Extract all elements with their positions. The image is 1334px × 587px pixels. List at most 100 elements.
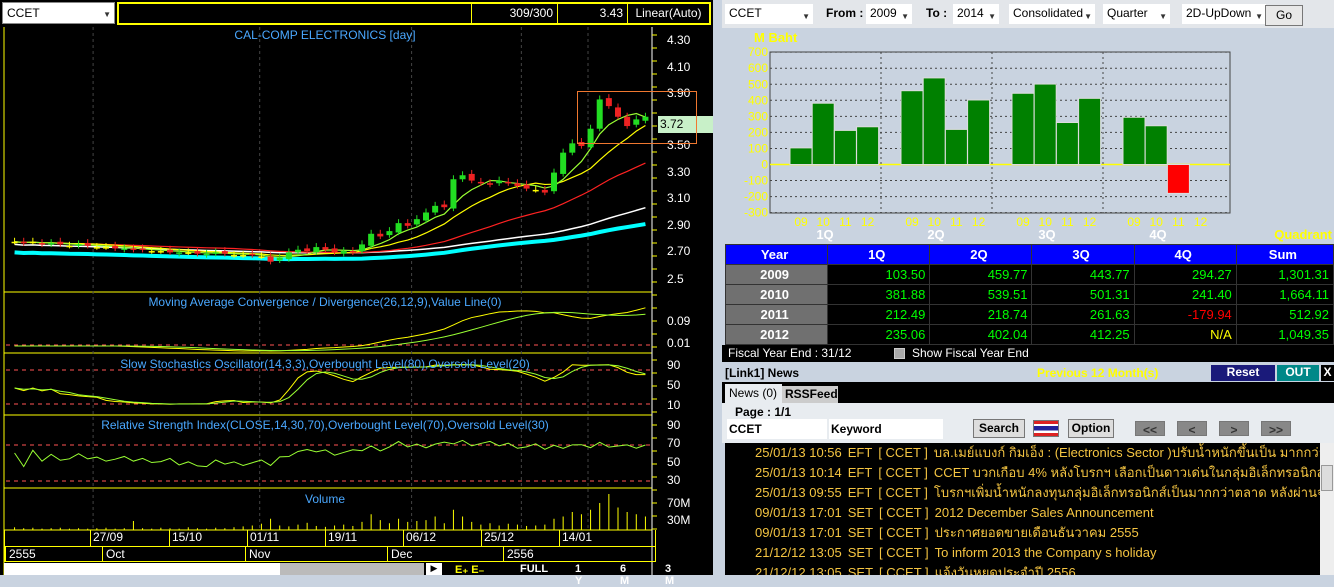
- news-symbol: [ CCET ]: [879, 525, 929, 540]
- period-select[interactable]: Quarter ▼: [1103, 4, 1170, 24]
- month-label: 2555: [5, 547, 36, 561]
- bar-2Q-12[interactable]: [967, 99, 991, 165]
- bar-2Q-11[interactable]: [944, 128, 968, 165]
- bar-1Q-12[interactable]: [856, 126, 880, 166]
- column-header[interactable]: Year: [724, 244, 829, 265]
- range-button-1[interactable]: 1 Y: [575, 563, 582, 587]
- year-tick-label: 11: [839, 215, 852, 229]
- news-source: SET: [847, 545, 874, 560]
- to-select[interactable]: 2014 ▼: [953, 4, 999, 24]
- stoch-tick: 90: [667, 358, 681, 372]
- reset-button[interactable]: Reset: [1211, 365, 1275, 381]
- out-button[interactable]: OUT: [1277, 365, 1319, 381]
- bar-3Q-09[interactable]: [1011, 92, 1035, 165]
- scroll-right-icon[interactable]: ▶: [426, 563, 442, 575]
- prev-page-button[interactable]: <: [1177, 421, 1207, 437]
- scale-toggle[interactable]: Linear(Auto): [627, 4, 709, 23]
- bar-1Q-10[interactable]: [811, 102, 835, 165]
- selection-box: [577, 91, 697, 144]
- scrollbar-thumb[interactable]: [1321, 465, 1333, 491]
- news-item[interactable]: 25/01/13 10:56 EFT [ CCET ] บล.เมย์แบงก์ กิ…: [725, 443, 1320, 463]
- zoom-icons[interactable]: E₊ E₋: [455, 563, 484, 576]
- date-label: 25/12: [481, 530, 514, 546]
- news-item[interactable]: 25/01/13 10:14 EFT [ CCET ] CCET บวกเกือบ 4…: [725, 463, 1320, 483]
- y-tick-label: -200: [744, 190, 768, 204]
- range-button-2[interactable]: 6 M: [620, 563, 629, 587]
- candlestick: [560, 148, 567, 177]
- from-value: 2009: [870, 6, 897, 20]
- go-button[interactable]: Go: [1265, 5, 1303, 26]
- first-page-button[interactable]: <<: [1135, 421, 1165, 437]
- column-header[interactable]: 3Q: [1031, 244, 1135, 265]
- bar-4Q-09[interactable]: [1122, 116, 1146, 166]
- last-page-button[interactable]: >>: [1261, 421, 1291, 437]
- tab-news[interactable]: News (0): [725, 384, 782, 403]
- next-page-button[interactable]: >: [1219, 421, 1249, 437]
- bar-1Q-09[interactable]: [789, 147, 813, 166]
- language-flag-icon[interactable]: [1033, 420, 1059, 437]
- column-header[interactable]: 1Q: [827, 244, 931, 265]
- current-value: 3.43: [557, 4, 627, 23]
- candlestick: [377, 229, 384, 240]
- bar-4Q-10[interactable]: [1144, 125, 1168, 166]
- news-item[interactable]: 25/01/13 09:55 EFT [ CCET ] โบรกฯเพิ่มน้ำหน…: [725, 483, 1320, 503]
- y-tick-label: 300: [748, 109, 768, 123]
- news-scrollbar[interactable]: [1320, 443, 1334, 575]
- volume-title: Volume: [304, 492, 346, 506]
- value-cell: 235.06: [827, 324, 931, 345]
- bar-3Q-11[interactable]: [1055, 122, 1079, 165]
- statement-select[interactable]: Consolidated ▼: [1009, 4, 1095, 24]
- bar-4Q-11[interactable]: [1166, 164, 1190, 194]
- horizontal-scrollbar[interactable]: [4, 563, 424, 575]
- value-cell: -179.94: [1133, 304, 1237, 325]
- bar-2Q-10[interactable]: [922, 77, 946, 165]
- date-label: 27/09: [90, 530, 123, 546]
- chevron-down-icon: ▼: [1159, 12, 1167, 21]
- chart-mode-select[interactable]: 2D-UpDown ▼: [1182, 4, 1266, 24]
- bar-1Q-11[interactable]: [833, 129, 857, 165]
- bar-3Q-10[interactable]: [1033, 83, 1057, 166]
- scrollbar-thumb[interactable]: [280, 563, 424, 575]
- news-item[interactable]: 09/01/13 17:01 SET [ CCET ] ประกาศยอดขายเดื…: [725, 523, 1320, 543]
- bar-3Q-12[interactable]: [1078, 97, 1102, 165]
- year-cell: 2011: [724, 304, 829, 325]
- date-label: 01/11: [247, 530, 279, 546]
- year-tick-label: 09: [1127, 215, 1141, 229]
- column-header[interactable]: 4Q: [1133, 244, 1237, 265]
- news-headline: ประกาศยอดขายเดือนธันวาคม 2555: [934, 525, 1139, 540]
- value-cell: 212.49: [827, 304, 931, 325]
- news-time: 25/01/13 10:14: [755, 465, 842, 480]
- range-button-0[interactable]: FULL: [520, 563, 548, 575]
- symbol-select[interactable]: CCET ▼: [2, 2, 115, 24]
- table-row: 2011 212.49 218.74 261.63 -179.94 512.92: [724, 304, 1334, 325]
- search-button[interactable]: Search: [973, 419, 1025, 438]
- range-button-3[interactable]: 3 M: [665, 563, 674, 587]
- symbol-value: CCET: [7, 6, 40, 20]
- news-symbol: [ CCET ]: [878, 465, 928, 480]
- moving-average-line: [14, 112, 646, 258]
- news-symbol-input[interactable]: [727, 419, 827, 439]
- news-source: EFT: [847, 485, 873, 500]
- candlestick: [349, 247, 356, 256]
- tab-rssfeeds[interactable]: RSSFeeds: [782, 386, 844, 403]
- bar-2Q-09[interactable]: [900, 90, 924, 165]
- chevron-down-icon: ▼: [103, 10, 111, 19]
- option-button[interactable]: Option: [1068, 419, 1114, 438]
- value-cell: 459.77: [929, 264, 1033, 285]
- news-item[interactable]: 21/12/12 13:05 SET [ CCET ] แจ้งวันหยุดประจ…: [725, 563, 1320, 575]
- column-header[interactable]: 2Q: [929, 244, 1033, 265]
- year-tick-label: 09: [794, 215, 808, 229]
- value-cell: 412.25: [1031, 324, 1135, 345]
- rsi-tick: 30: [667, 473, 681, 487]
- y-tick-label: 400: [748, 93, 768, 107]
- news-item[interactable]: 09/01/13 17:01 SET [ CCET ] 2012 December S…: [725, 503, 1320, 523]
- close-button[interactable]: X: [1321, 365, 1334, 381]
- keyword-input[interactable]: [829, 419, 943, 439]
- news-item[interactable]: 21/12/12 13:05 SET [ CCET ] To inform 2013 …: [725, 543, 1320, 563]
- from-select[interactable]: 2009 ▼: [866, 4, 912, 24]
- year-tick-label: 12: [861, 215, 875, 229]
- show-fiscal-checkbox[interactable]: [894, 348, 905, 359]
- candlestick: [386, 227, 393, 238]
- fin-symbol-select[interactable]: CCET ▼: [725, 4, 813, 24]
- column-header[interactable]: Sum: [1235, 244, 1334, 265]
